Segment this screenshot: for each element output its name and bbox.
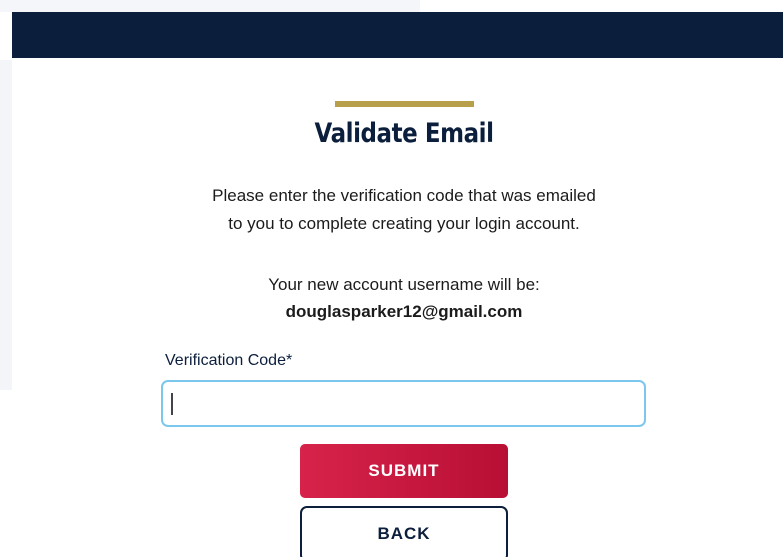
username-intro: Your new account username will be: <box>268 275 540 294</box>
background-decoration <box>0 0 420 12</box>
back-button-label: BACK <box>377 524 431 543</box>
instruction-line-2: to you to complete creating your login a… <box>228 214 580 233</box>
username-info: Your new account username will be: dougl… <box>0 271 783 325</box>
verification-code-input[interactable] <box>161 380 646 427</box>
instructions-text: Please enter the verification code that … <box>0 182 783 238</box>
header-bar <box>12 12 783 58</box>
title-accent-line <box>335 101 474 107</box>
instruction-line-1: Please enter the verification code that … <box>212 186 596 205</box>
validate-email-page: Validate Email Please enter the verifica… <box>0 0 783 557</box>
page-title: Validate Email <box>314 118 494 149</box>
text-caret <box>171 393 173 415</box>
submit-button-label: SUBMIT <box>368 461 440 480</box>
verification-code-label: Verification Code* <box>165 352 293 369</box>
back-button[interactable]: BACK <box>300 506 508 557</box>
submit-button[interactable]: SUBMIT <box>300 444 508 498</box>
username-value: douglasparker12@gmail.com <box>285 302 523 321</box>
